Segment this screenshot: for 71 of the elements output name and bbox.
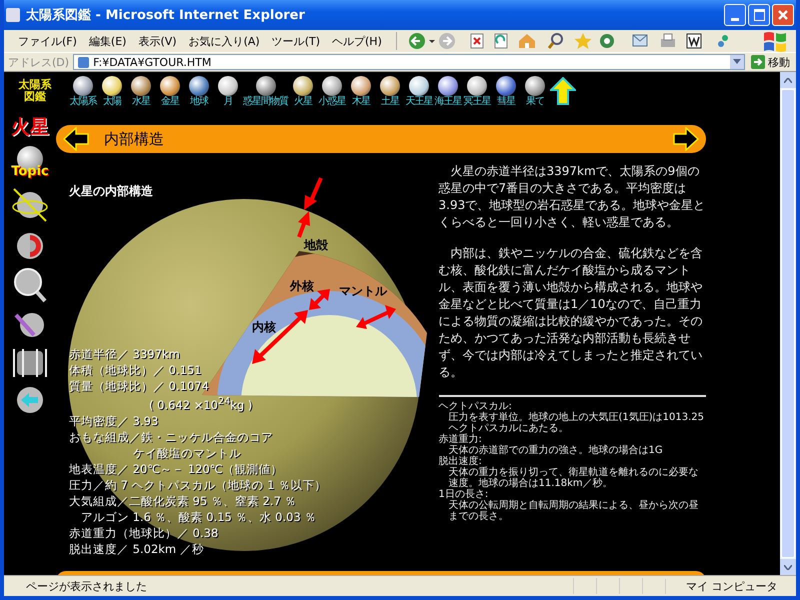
menu-item[interactable]: ファイル(F)	[12, 34, 83, 48]
scrollbar[interactable]	[780, 72, 796, 575]
security-zone: マイ コンピュータ	[665, 578, 796, 594]
planet-link[interactable]: 海王星	[434, 76, 462, 106]
windows-logo-icon	[762, 30, 788, 52]
planet-link[interactable]: 太陽	[98, 76, 126, 106]
body-paragraph: 火星の赤道半径は3397kmで、太陽系の9個の惑星の中で7番目の大きさである。平均密度は3.93で、地球型の岩石惑星である。地球や金星とくらべると一回り小さく、軽い惑星である。	[438, 163, 706, 231]
dropdown-caret-icon[interactable]	[733, 59, 741, 65]
stat-line: おもな組成／鉄・ニッケル合金のコア	[69, 428, 274, 445]
planet-link[interactable]: 天王星	[405, 76, 433, 106]
layer-label: 外核	[290, 279, 314, 293]
stat-line: 質量（地球比）／ 0.1074	[69, 378, 210, 394]
planet-link[interactable]: 月	[214, 76, 242, 106]
close-button[interactable]	[772, 4, 794, 26]
note-definition: 天体の公転周期と自転周期の結果による、昼から次の昼までの長さ。	[448, 500, 700, 522]
site-logo[interactable]: 太陽系 図鑑	[10, 79, 60, 103]
next-arrow-icon[interactable]	[672, 127, 700, 151]
planet-link[interactable]: 惑星間物質	[243, 76, 288, 106]
scroll-down-icon[interactable]	[784, 564, 792, 570]
note-definition: 圧力を表す単位。地球の地上の大気圧(1気圧)は1013.25ヘクトパスカルにあたる。	[448, 412, 706, 434]
previous-arrow-icon[interactable]	[62, 127, 90, 151]
planet-link[interactable]: 地球	[185, 76, 213, 106]
minimize-button[interactable]	[724, 4, 746, 26]
note-term: 1日の長さ:	[438, 489, 490, 500]
body-paragraph: 内部は、鉄やニッケルの合金、硫化鉄などを含む核、酸化鉄に富んだケイ酸塩から成るマントル、表面を覆う薄い地殻から構成される。地球や金星などと比べて質量は1／10なので、自己重力による物質の凝縮は比較的緩やかであった。そのため、かつてあった活発な内部活動も長続きせず、今では内部は冷えてしまったと推定されている。	[438, 245, 704, 381]
planet-link[interactable]: 金星	[156, 76, 184, 106]
note-term: ヘクトパスカル:	[438, 401, 513, 412]
menu-item[interactable]: 表示(V)	[132, 34, 183, 48]
scroll-up-icon[interactable]	[784, 78, 792, 82]
stat-line: 体積（地球比）／ 0.151	[69, 362, 203, 378]
double-arrow	[356, 305, 396, 329]
page-icon	[78, 56, 90, 68]
stat-line: 圧力／約 7 ヘクトパスカル（地球の 1 ％以下）	[69, 476, 328, 493]
diagram-title: 火星の内部構造	[69, 183, 153, 200]
planet-link[interactable]: 冥王星	[463, 76, 491, 106]
menu-item[interactable]: お気に入り(A)	[182, 34, 266, 48]
layer-label: 内核	[252, 320, 276, 334]
note-definition: 天体の赤道部での重力の強さ。地球の場合は1G	[448, 445, 664, 456]
menu-item[interactable]: ヘルプ(H)	[326, 34, 388, 48]
stat-line: 赤道重力（地球比）／ 0.38	[69, 524, 220, 541]
stat-line: ケイ酸塩のマントル	[132, 444, 242, 461]
planet-name: 火星	[11, 115, 49, 140]
planet-link[interactable]: 小惑星	[318, 76, 346, 106]
planet-link[interactable]: 木星	[347, 76, 375, 106]
menu-item[interactable]: 編集(E)	[82, 34, 132, 48]
menu-item[interactable]: ツール(T)	[266, 34, 326, 48]
status-text: ページが表示されました	[25, 578, 148, 594]
planet-link[interactable]: 彗星	[492, 76, 520, 106]
close-icon	[777, 9, 789, 21]
planet-link[interactable]: 火星	[289, 76, 317, 106]
up-arrow-icon[interactable]	[550, 77, 576, 105]
planet-link[interactable]: 水星	[127, 76, 155, 106]
note-term: 赤道重力:	[438, 434, 482, 445]
planet-link[interactable]: 太陽系	[69, 76, 97, 106]
go-button[interactable]: 移動	[745, 54, 792, 70]
stat-line: 脱出速度／ 5.02km ／秒	[69, 540, 205, 557]
section-title: 内部構造	[104, 130, 165, 148]
address-label: アドレス(D)	[8, 54, 70, 70]
stat-line: 赤道半径／ 3397km	[69, 346, 181, 362]
magnifier-icon[interactable]	[13, 267, 47, 303]
note-term: 脱出速度:	[438, 456, 482, 467]
stat-line: ( 0.642 ×10$^{24}$kg )	[148, 395, 254, 413]
address-field[interactable]: F:¥DATA¥GTOUR.HTM	[73, 54, 745, 70]
layer-label: 地殻	[304, 238, 328, 252]
planet-link[interactable]: 土星	[376, 76, 404, 106]
planet-link[interactable]: 果て	[521, 76, 549, 106]
maximize-button[interactable]	[748, 4, 770, 26]
note-definition: 天体の重力を振り切って、衛星軌道を離れるのに必要な速度。地球の場合は11.18km／秒。	[448, 467, 700, 489]
columns-icon[interactable]	[11, 347, 49, 379]
cross-section-icon[interactable]	[15, 231, 45, 261]
window-title: 太陽系図鑑 - Microsoft Internet Explorer	[26, 6, 306, 24]
